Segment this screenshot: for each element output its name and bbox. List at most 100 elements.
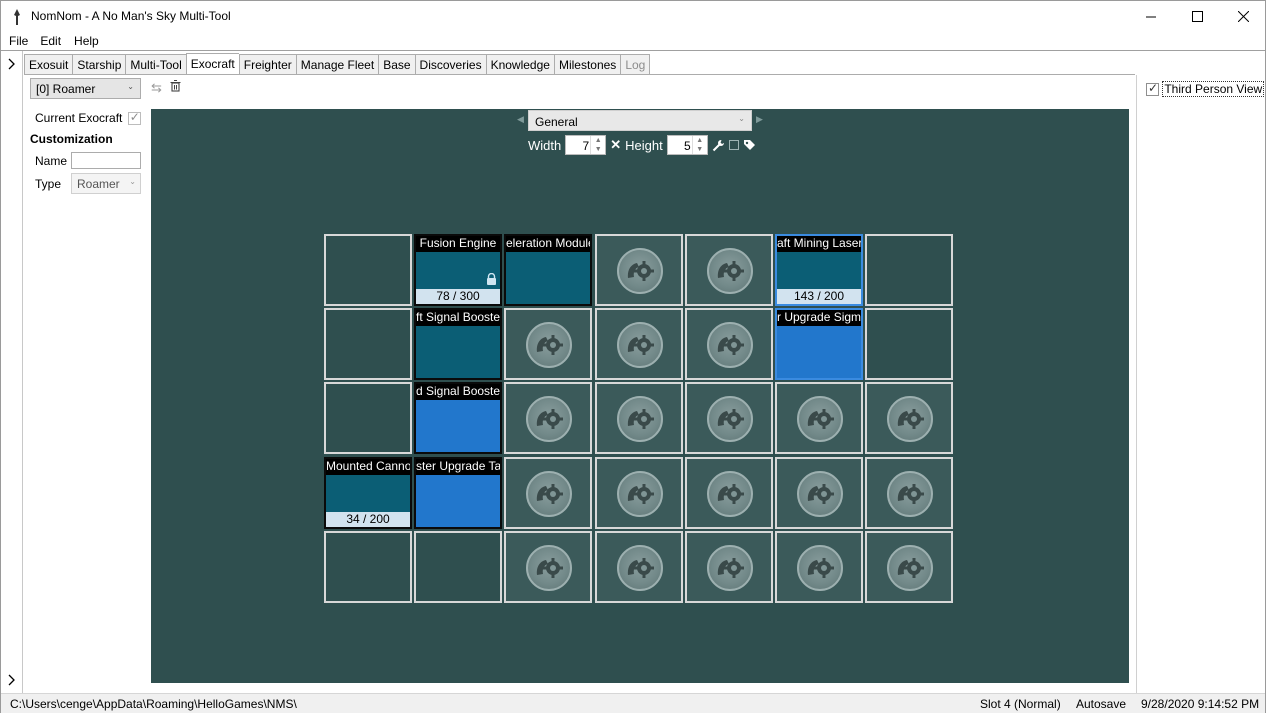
chevron-down-icon: ⌄ xyxy=(129,177,136,186)
inventory-slot-item[interactable]: ster Upgrade Ta xyxy=(414,457,502,529)
technology-gear-icon xyxy=(797,545,843,591)
tab-exosuit[interactable]: Exosuit xyxy=(24,54,73,75)
technology-gear-icon xyxy=(526,545,572,591)
inventory-slot-tech-only[interactable] xyxy=(865,457,953,529)
inventory-slot-tech-only[interactable] xyxy=(504,531,592,603)
tab-manage-fleet[interactable]: Manage Fleet xyxy=(295,54,379,75)
inventory-slot-tech-only[interactable] xyxy=(504,382,592,454)
app-logo-icon xyxy=(14,9,20,25)
inventory-slot-empty[interactable] xyxy=(324,531,412,603)
vehicle-select-value: [0] Roamer xyxy=(36,82,96,96)
inventory-slot-item[interactable]: Mounted Cannon 34 / 200 xyxy=(324,457,412,529)
inventory-slot-tech-only[interactable] xyxy=(595,382,683,454)
current-exocraft-checkbox xyxy=(127,110,141,126)
inventory-slot-tech-only[interactable] xyxy=(504,308,592,380)
inventory-slot-item[interactable]: ft Signal Booster xyxy=(414,308,502,380)
spin-arrows-icon[interactable]: ▲ ▼ xyxy=(691,136,707,154)
name-input[interactable] xyxy=(71,152,141,169)
tab-milestones[interactable]: Milestones xyxy=(553,54,621,75)
inventory-slot-tech-only[interactable] xyxy=(775,457,863,529)
inventory-slot-tech-only[interactable] xyxy=(504,457,592,529)
inventory-slot-tech-only[interactable] xyxy=(595,531,683,603)
inventory-slot-item[interactable]: eleration Module xyxy=(504,234,592,306)
inventory-slot-tech-only[interactable] xyxy=(775,531,863,603)
side-divider xyxy=(22,51,23,693)
inventory-slot-empty[interactable] xyxy=(865,308,953,380)
width-value: 7 xyxy=(582,139,590,153)
height-stepper[interactable]: 5 ▲ ▼ xyxy=(666,135,708,155)
tab-freighter[interactable]: Freighter xyxy=(238,54,296,75)
inventory-slot-empty[interactable] xyxy=(324,382,412,454)
inventory-slot-item[interactable]: r Upgrade Sigm xyxy=(775,308,863,380)
technology-gear-icon xyxy=(617,545,663,591)
save-timestamp: 9/28/2020 9:14:52 PM xyxy=(1141,697,1260,711)
maximize-icon xyxy=(1191,11,1203,22)
menu-bar: File Edit Help xyxy=(1,33,1265,51)
slot-item-name: ft Signal Booster xyxy=(416,310,500,326)
inventory-slot-tech-only[interactable] xyxy=(865,531,953,603)
close-button[interactable] xyxy=(1220,1,1266,32)
inventory-slot-tech-only[interactable] xyxy=(595,457,683,529)
inventory-slot-empty[interactable] xyxy=(324,308,412,380)
inventory-slot-tech-only[interactable] xyxy=(775,382,863,454)
inventory-select[interactable]: General ⌄ xyxy=(528,110,752,131)
slot-item-name: aft Mining Laser xyxy=(777,236,861,252)
third-person-checkbox[interactable] xyxy=(1146,81,1159,97)
tab-starship[interactable]: Starship xyxy=(72,54,126,75)
width-stepper[interactable]: 7 ▲ ▼ xyxy=(565,135,607,155)
type-label: Type xyxy=(35,177,62,191)
expand-left-panel-icon[interactable] xyxy=(5,57,17,71)
lock-icon xyxy=(486,272,497,288)
technology-gear-icon xyxy=(526,396,572,442)
technology-gear-icon xyxy=(797,471,843,517)
slot-charge: 78 / 300 xyxy=(416,289,500,304)
width-label: Width xyxy=(528,137,562,153)
inventory-slot-tech-only[interactable] xyxy=(685,457,773,529)
vehicle-select[interactable]: [0] Roamer ⌄ xyxy=(30,78,141,99)
inventory-slot-tech-only[interactable] xyxy=(595,234,683,306)
inventory-slot-tech-only[interactable] xyxy=(685,234,773,306)
technology-gear-icon xyxy=(887,471,933,517)
inventory-slot-tech-only[interactable] xyxy=(685,531,773,603)
menu-edit[interactable]: Edit xyxy=(28,33,61,51)
tab-knowledge[interactable]: Knowledge xyxy=(485,54,554,75)
swap-icon[interactable]: ⇆ xyxy=(151,80,162,95)
tag-icon[interactable] xyxy=(743,139,756,152)
inventory-slot-item[interactable]: aft Mining Laser 143 / 200 xyxy=(775,234,863,306)
inventory-slot-item[interactable]: Fusion Engine 78 / 300 xyxy=(414,234,502,306)
current-exocraft-label: Current Exocraft xyxy=(35,111,123,125)
inventory-slot-empty[interactable] xyxy=(324,234,412,306)
tab-discoveries[interactable]: Discoveries xyxy=(414,54,486,75)
technology-gear-icon xyxy=(617,248,663,294)
maximize-button[interactable] xyxy=(1174,1,1220,32)
minimize-button[interactable] xyxy=(1128,1,1174,32)
inventory-slot-tech-only[interactable] xyxy=(865,382,953,454)
next-inventory-icon[interactable]: ▶ xyxy=(756,114,763,125)
inventory-slot-tech-only[interactable] xyxy=(685,382,773,454)
menu-file[interactable]: File xyxy=(1,33,28,51)
height-label: Height xyxy=(625,137,663,153)
third-person-row[interactable]: Third Person View xyxy=(1146,81,1265,97)
save-slot: Slot 4 (Normal) xyxy=(980,697,1061,711)
slot-item-name: Mounted Cannon xyxy=(326,459,410,475)
spin-arrows-icon[interactable]: ▲ ▼ xyxy=(590,136,605,154)
slot-item-name: r Upgrade Sigm xyxy=(777,310,861,326)
inventory-slot-empty[interactable] xyxy=(414,531,502,603)
inventory-slot-tech-only[interactable] xyxy=(595,308,683,380)
inventory-slot-item[interactable]: d Signal Booster xyxy=(414,382,502,454)
chevron-down-icon: ⌄ xyxy=(738,114,745,123)
menu-help[interactable]: Help xyxy=(61,33,99,51)
inventory-slot-tech-only[interactable] xyxy=(685,308,773,380)
tab-exocraft[interactable]: Exocraft xyxy=(185,53,239,75)
wrench-icon[interactable] xyxy=(712,139,725,152)
tab-multi-tool[interactable]: Multi-Tool xyxy=(125,54,186,75)
delete-icon[interactable] xyxy=(170,80,181,92)
third-person-label[interactable]: Third Person View xyxy=(1162,81,1265,97)
square-icon[interactable] xyxy=(728,140,739,150)
inventory-slot-empty[interactable] xyxy=(865,234,953,306)
save-path: C:\Users\cenge\AppData\Roaming\HelloGame… xyxy=(10,697,297,711)
slot-item-name: eleration Module xyxy=(506,236,590,252)
previous-inventory-icon[interactable]: ◀ xyxy=(517,114,524,125)
expand-bottom-panel-icon[interactable] xyxy=(5,673,17,687)
tab-base[interactable]: Base xyxy=(378,54,415,75)
